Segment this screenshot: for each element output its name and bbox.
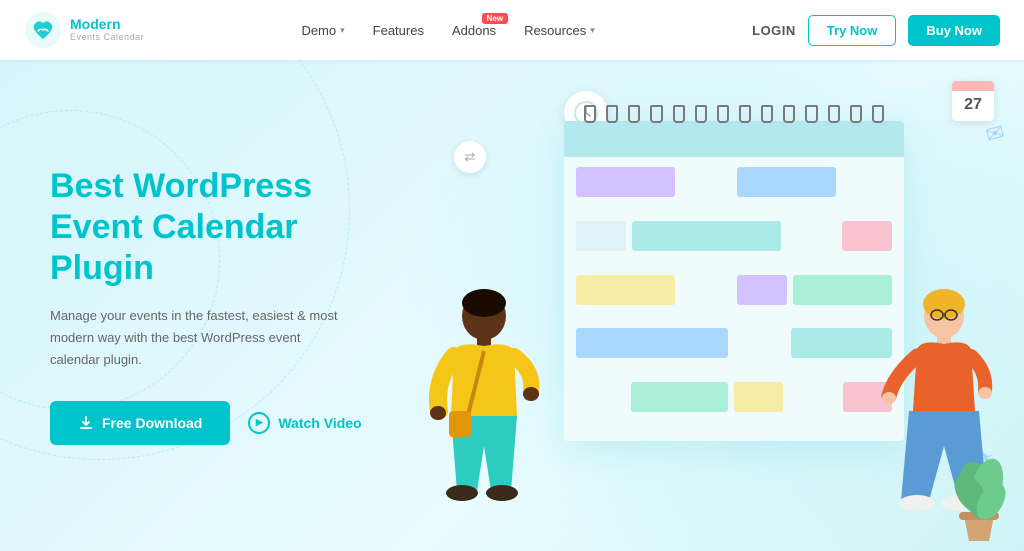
- chevron-down-icon: ▾: [590, 25, 595, 36]
- play-icon: ▶: [248, 412, 270, 434]
- logo-icon: [24, 11, 62, 49]
- small-calendar-icon: 27: [952, 81, 994, 121]
- share-icon: ⇄: [454, 141, 486, 173]
- ring: [783, 105, 795, 123]
- hero-illustration: ⇄ ✉ 27 ✈: [404, 61, 1024, 551]
- hero-buttons: Free Download ▶ Watch Video: [50, 401, 380, 445]
- header-actions: LOGIN Try Now Buy Now: [752, 15, 1000, 46]
- ring: [650, 105, 662, 123]
- watch-video-button[interactable]: ▶ Watch Video: [248, 412, 361, 434]
- hero-title: Best WordPress Event Calendar Plugin: [50, 166, 380, 288]
- nav-resources[interactable]: Resources ▾: [524, 23, 595, 38]
- main-nav: Demo ▾ Features Addons New Resources ▾: [301, 23, 594, 38]
- nav-features[interactable]: Features: [373, 23, 424, 38]
- new-badge: New: [482, 13, 508, 24]
- free-download-button[interactable]: Free Download: [50, 401, 230, 445]
- ring: [761, 105, 773, 123]
- ring: [872, 105, 884, 123]
- hero-description: Manage your events in the fastest, easie…: [50, 305, 340, 371]
- login-button[interactable]: LOGIN: [752, 23, 796, 38]
- ring: [828, 105, 840, 123]
- header: Modern Events Calendar Demo ▾ Features A…: [0, 0, 1024, 60]
- logo-text: Modern Events Calendar: [70, 17, 144, 42]
- calendar-grid: [564, 157, 904, 441]
- nav-demo[interactable]: Demo ▾: [301, 23, 344, 38]
- ring: [673, 105, 685, 123]
- ring: [739, 105, 751, 123]
- ring: [717, 105, 729, 123]
- chevron-down-icon: ▾: [340, 25, 345, 36]
- hero-section: Best WordPress Event Calendar Plugin Man…: [0, 60, 1024, 551]
- ring: [850, 105, 862, 123]
- hero-content: Best WordPress Event Calendar Plugin Man…: [0, 166, 380, 445]
- ring: [606, 105, 618, 123]
- ring: [695, 105, 707, 123]
- calendar-rings: [584, 105, 884, 123]
- ring: [628, 105, 640, 123]
- buy-now-button[interactable]: Buy Now: [908, 15, 1000, 46]
- logo[interactable]: Modern Events Calendar: [24, 11, 144, 49]
- nav-addons[interactable]: Addons New: [452, 23, 496, 38]
- download-icon: [78, 415, 94, 431]
- plant-illustration: [939, 446, 1019, 551]
- ring: [584, 105, 596, 123]
- calendar-body: [564, 121, 904, 441]
- calendar-header: [564, 121, 904, 157]
- try-now-button[interactable]: Try Now: [808, 15, 897, 46]
- ring: [805, 105, 817, 123]
- person-left-illustration: [419, 271, 549, 551]
- envelope-icon: ✉: [983, 119, 1008, 149]
